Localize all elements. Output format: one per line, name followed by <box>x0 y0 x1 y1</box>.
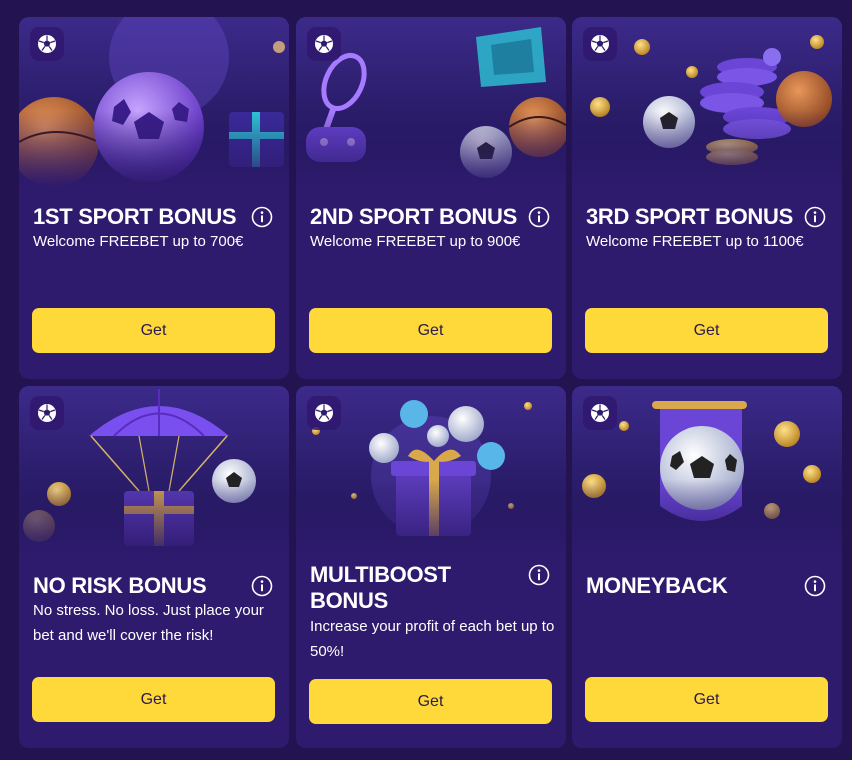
card-title: MULTIBOOST BONUS <box>310 562 451 613</box>
bonus-card-no-risk: NO RISK BONUS No stress. No loss. Just p… <box>19 386 289 748</box>
get-button[interactable]: Get <box>32 308 275 353</box>
info-icon[interactable] <box>804 575 826 597</box>
get-button[interactable]: Get <box>32 677 275 722</box>
card-title: 3RD SPORT BONUS <box>586 204 793 229</box>
get-button[interactable]: Get <box>585 677 828 722</box>
get-button[interactable]: Get <box>585 308 828 353</box>
bonus-card-2nd-sport: 2ND SPORT BONUS Welcome FREEBET up to 90… <box>296 17 566 379</box>
get-button[interactable]: Get <box>309 679 552 724</box>
card-title: NO RISK BONUS <box>33 573 207 598</box>
card-title: 1ST SPORT BONUS <box>33 204 237 229</box>
card-description: Welcome FREEBET up to 1100€ <box>586 233 804 250</box>
info-icon[interactable] <box>804 206 826 228</box>
info-icon[interactable] <box>251 206 273 228</box>
bonus-card-multiboost: MULTIBOOST BONUS Increase your profit of… <box>296 386 566 748</box>
get-button[interactable]: Get <box>309 308 552 353</box>
card-description: No stress. No loss. Just place your bet … <box>33 602 264 644</box>
bonus-card-moneyback: MONEYBACK Get <box>572 386 842 748</box>
info-icon[interactable] <box>528 206 550 228</box>
card-title: MONEYBACK <box>586 573 728 598</box>
soccer-ball-icon <box>30 27 64 61</box>
soccer-ball-icon <box>583 27 617 61</box>
card-description: Welcome FREEBET up to 900€ <box>310 233 521 250</box>
card-description: Increase your profit of each bet up to 5… <box>310 618 555 660</box>
soccer-ball-icon <box>307 396 341 430</box>
info-icon[interactable] <box>528 564 550 586</box>
soccer-ball-icon <box>307 27 341 61</box>
soccer-ball-icon <box>30 396 64 430</box>
soccer-ball-icon <box>583 396 617 430</box>
bonus-card-1st-sport: 1ST SPORT BONUS Welcome FREEBET up to 70… <box>19 17 289 379</box>
info-icon[interactable] <box>251 575 273 597</box>
bonus-card-3rd-sport: 3RD SPORT BONUS Welcome FREEBET up to 11… <box>572 17 842 379</box>
card-title: 2ND SPORT BONUS <box>310 204 517 229</box>
card-description: Welcome FREEBET up to 700€ <box>33 233 244 250</box>
